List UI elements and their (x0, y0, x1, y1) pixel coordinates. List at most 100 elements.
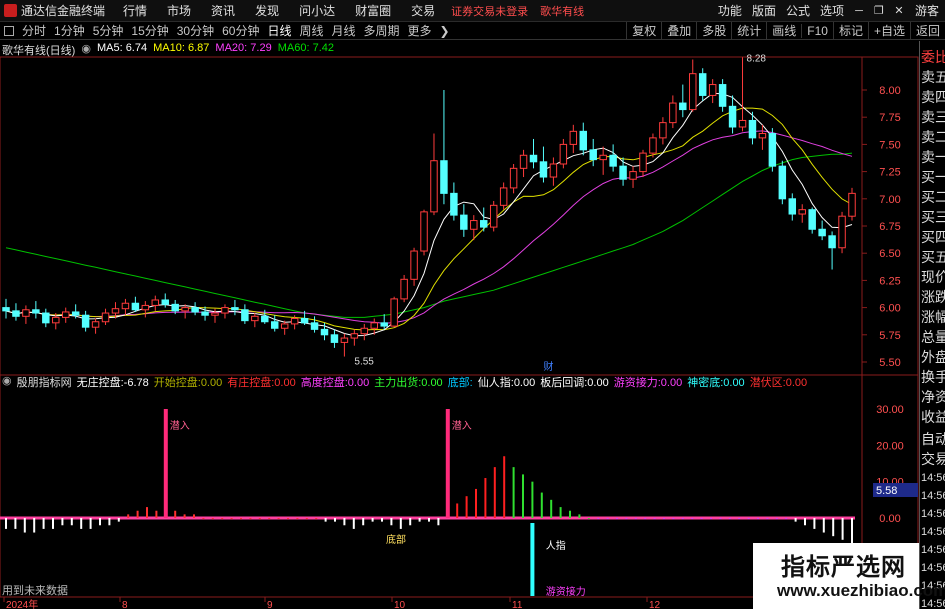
toolbar-tool[interactable]: 多股 (696, 22, 731, 39)
period-tab[interactable]: 更多 (404, 22, 436, 39)
toolbar-tool[interactable]: 标记 (832, 22, 868, 39)
candle-body (141, 304, 150, 311)
indicator-bar (813, 518, 816, 529)
price-chart[interactable]: 8.00 7.75 7.50 7.25 7.00 6.75 6.50 6.25 6.00 5.75… (0, 40, 919, 609)
ma-label: MA5 (96, 42, 120, 54)
side-panel-item[interactable]: 买四 (920, 227, 945, 247)
price-tick-label: 5.50 (879, 357, 900, 369)
side-panel-item[interactable]: 现价 (920, 267, 945, 287)
youzi-label: 游资接力 (546, 585, 586, 598)
period-tab[interactable]: 分时 (18, 22, 50, 39)
right-menu-item[interactable]: 选项 (815, 2, 849, 19)
candle-body (539, 161, 548, 178)
settings-icon[interactable]: ◉ (81, 42, 91, 56)
candle-body (848, 192, 856, 217)
ma-value: MA10: 6.87 (153, 42, 209, 56)
side-panel-item[interactable]: 委比 (920, 47, 945, 67)
side-panel-item[interactable]: 卖二 (920, 127, 945, 147)
side-panel-item[interactable]: 净资 (920, 387, 945, 407)
menu-item[interactable]: 交易 (401, 2, 445, 19)
period-tab[interactable]: 周线 (295, 22, 327, 39)
indicator-bar (409, 518, 412, 526)
period-tab[interactable]: 日线 (263, 22, 295, 39)
side-panel-item[interactable]: 总量 (920, 327, 945, 347)
toolbar-tool[interactable]: 返回 (909, 22, 945, 39)
side-panel-item[interactable]: 涨跌 (920, 287, 945, 307)
side-panel-item[interactable]: 卖四 (920, 87, 945, 107)
right-menu-item[interactable]: 公式 (781, 2, 815, 19)
menu-item[interactable]: 财富圈 (345, 2, 401, 19)
close-icon[interactable]: ✕ (892, 5, 906, 17)
minimize-icon[interactable]: ─ (852, 5, 866, 17)
toolbar-tool[interactable]: 复权 (626, 22, 661, 39)
ma-value: MA20: 7.29 (215, 42, 271, 56)
menu-item[interactable]: 行情 (113, 2, 157, 19)
event-marker: 财 (543, 360, 553, 373)
indicator-tick-label: 30.00 (876, 404, 904, 416)
price-tick-label: 6.50 (879, 248, 900, 260)
side-panel-item[interactable]: 卖一 (920, 147, 945, 167)
toolbar-tool[interactable]: 统计 (731, 22, 766, 39)
menu-bar: 通达信金融终端 行情 市场 资讯 发现 问小达 财富圈 交易 证券交易未登录 歌华有线 功能… (0, 0, 945, 22)
side-panel-item[interactable]: 买二 (920, 187, 945, 207)
period-tab[interactable]: 月线 (328, 22, 360, 39)
trade-login-notice[interactable]: 证券交易未登录 (445, 3, 534, 19)
menu-item[interactable]: 资讯 (201, 2, 245, 19)
side-panel-item[interactable]: 交易 (920, 449, 945, 469)
candle-body (499, 187, 508, 206)
right-menu-item[interactable]: 版面 (747, 2, 781, 19)
indicator-field-label: 有庄控盘: (227, 377, 275, 389)
candle-body (390, 298, 398, 327)
candle-body (231, 307, 239, 311)
restore-icon[interactable]: ❐ (872, 5, 886, 17)
indicator-bar (710, 518, 712, 519)
side-panel-item[interactable]: 换手 (920, 367, 945, 387)
more-arrow-icon[interactable]: ❯ (436, 24, 454, 38)
menu-item[interactable]: 发现 (245, 2, 289, 19)
menu-item[interactable]: 市场 (157, 2, 201, 19)
ma5-line (5, 92, 853, 337)
toolbar-tool[interactable]: F10 (801, 23, 833, 38)
period-tab[interactable]: 30分钟 (173, 22, 218, 39)
period-tab[interactable]: 60分钟 (218, 22, 263, 39)
candle-body (151, 299, 160, 306)
ma-value: MA60: 7.42 (278, 42, 334, 56)
qianru-label: 潜入 (452, 419, 472, 432)
guest-button[interactable]: 游客 (909, 2, 945, 19)
candle-body (340, 337, 349, 343)
layout-toggle-icon[interactable] (4, 25, 14, 36)
toolbar-tool[interactable]: 叠加 (661, 22, 696, 39)
indicator-bar (503, 456, 506, 518)
side-panel-item[interactable]: 买一 (920, 167, 945, 187)
indicator-field-label: 无庄控盘: (76, 377, 124, 389)
period-tab[interactable]: 15分钟 (127, 22, 172, 39)
side-panel-item[interactable]: 买五 (920, 247, 945, 267)
candle-body (629, 171, 637, 180)
period-tab[interactable]: 多周期 (360, 22, 404, 39)
toolbar-tool[interactable]: +自选 (867, 22, 910, 39)
side-panel-item[interactable]: 收益 (920, 407, 945, 427)
side-panel-item[interactable]: 外盘 (920, 347, 945, 367)
candle-body (639, 152, 647, 173)
period-tab[interactable]: 5分钟 (89, 22, 128, 39)
indicator-bar (343, 518, 346, 526)
indicator-field: 主力出货:0.00 (374, 374, 442, 389)
side-panel-item[interactable]: 买三 (920, 207, 945, 227)
current-stock-name: 歌华有线 (540, 5, 585, 18)
candle-body (52, 316, 60, 324)
time-entry: 14:56 (921, 508, 945, 520)
side-panel-item[interactable]: 自动 (920, 429, 945, 449)
menu-item[interactable]: 问小达 (289, 2, 345, 19)
ma-value: MA5: 6.74 (97, 42, 147, 56)
candle-body (519, 154, 528, 169)
indicator-settings-icon[interactable]: ◉ (2, 374, 12, 388)
candle-body (270, 321, 279, 329)
side-panel-item[interactable]: 卖三 (920, 107, 945, 127)
indicator-bar (258, 518, 261, 519)
side-panel-item[interactable]: 涨幅 (920, 307, 945, 327)
period-tab[interactable]: 1分钟 (50, 22, 89, 39)
high-price-label: 8.28 (747, 53, 767, 64)
side-panel-item[interactable]: 卖五 (920, 67, 945, 87)
toolbar-tool[interactable]: 画线 (766, 22, 801, 39)
right-menu-item[interactable]: 功能 (713, 2, 747, 19)
